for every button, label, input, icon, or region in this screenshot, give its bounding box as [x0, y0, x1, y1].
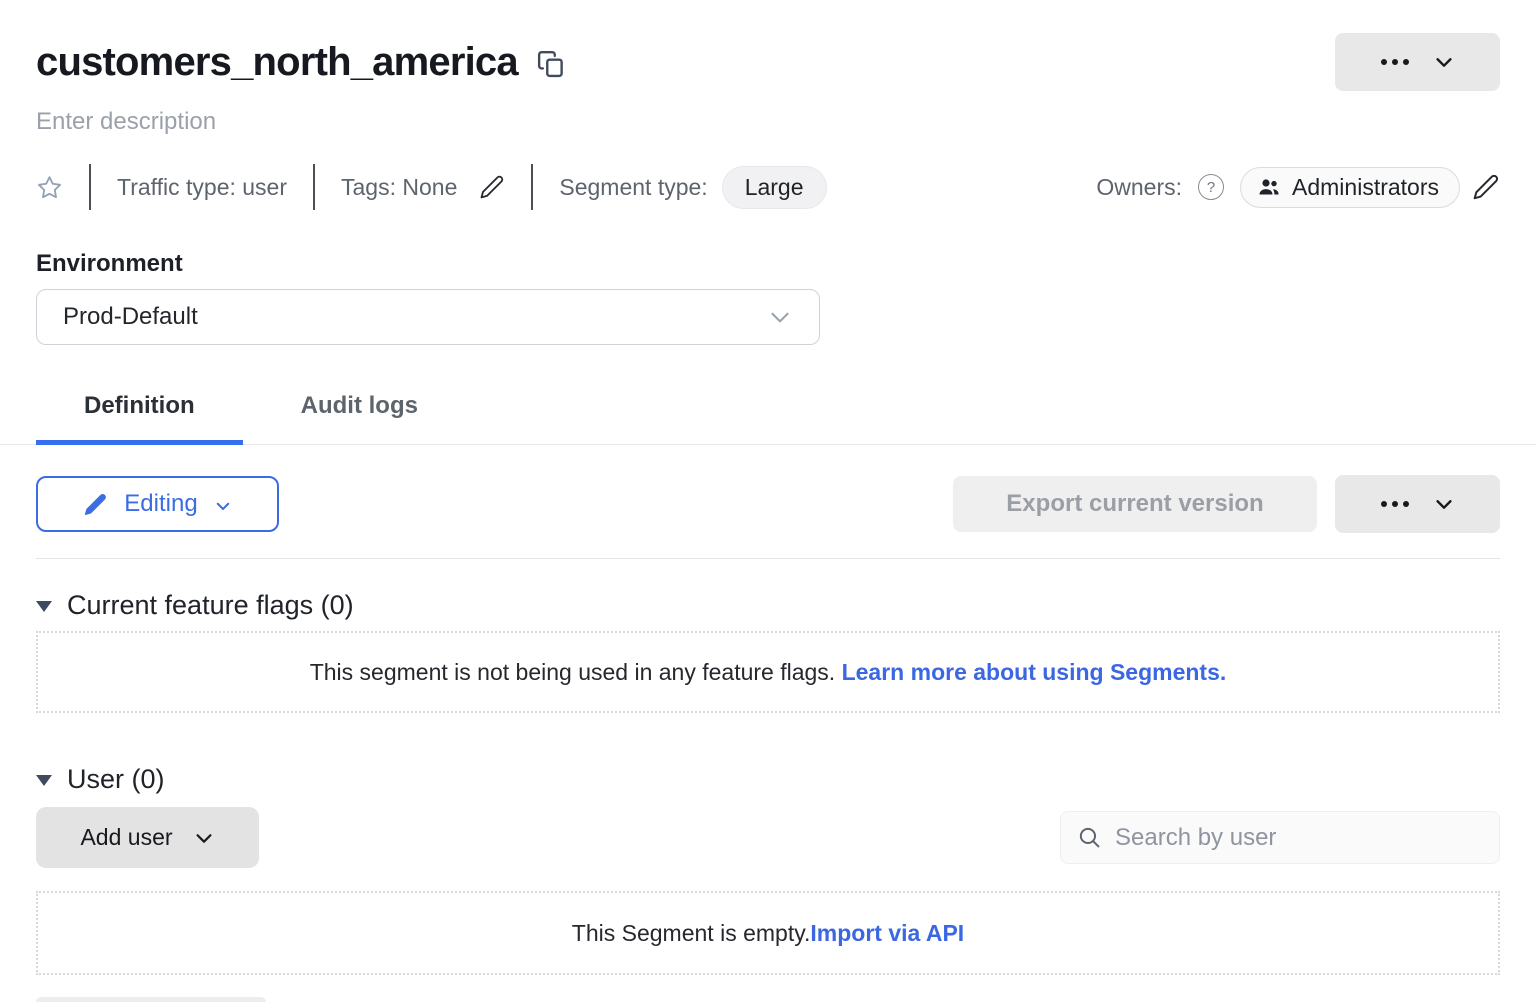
chevron-down-icon: [193, 827, 215, 849]
collapse-caret-icon: [36, 601, 52, 612]
segment-type-label: Segment type:: [559, 174, 707, 201]
tab-definition[interactable]: Definition: [36, 392, 243, 444]
feature-flags-section-title: Current feature flags (0): [67, 590, 354, 620]
meta-divider: [531, 164, 533, 210]
import-via-api-link[interactable]: Import via API: [810, 920, 964, 947]
editing-mode-button[interactable]: Editing: [36, 476, 279, 532]
collapse-caret-icon: [36, 775, 52, 786]
owners-value: Administrators: [1292, 174, 1439, 201]
tabs-bar: Definition Audit logs: [0, 392, 1536, 445]
pencil-filled-icon: [83, 492, 108, 517]
owners-help-icon[interactable]: ?: [1198, 174, 1224, 200]
user-empty-text: This Segment is empty.: [572, 920, 811, 947]
description-placeholder[interactable]: Enter description: [36, 108, 1500, 136]
export-current-version-button[interactable]: Export current version: [953, 476, 1317, 532]
chevron-down-icon: [214, 497, 232, 515]
edit-owners-pencil-icon[interactable]: [1472, 173, 1500, 201]
copy-icon[interactable]: [536, 49, 566, 79]
page-title: customers_north_america: [36, 40, 518, 85]
editing-label: Editing: [124, 490, 197, 518]
segment-detail-page: customers_north_america Enter descriptio…: [0, 0, 1536, 1002]
traffic-type-label: Traffic type: user: [117, 174, 287, 201]
favorite-star-icon[interactable]: [36, 174, 63, 201]
search-by-user: [1060, 811, 1500, 864]
segment-type-badge: Large: [722, 166, 827, 209]
search-by-user-input[interactable]: [1060, 811, 1500, 864]
add-user-button[interactable]: Add user: [36, 807, 259, 868]
owners-badge[interactable]: Administrators: [1240, 167, 1460, 208]
ellipsis-icon: [1381, 501, 1409, 507]
tab-audit-logs[interactable]: Audit logs: [253, 392, 466, 444]
chevron-down-icon: [767, 304, 793, 330]
tags-label: Tags: None: [341, 174, 457, 201]
section-divider: [36, 558, 1500, 559]
meta-row: Traffic type: user Tags: None Segment ty…: [36, 163, 1500, 211]
environment-selected-value: Prod-Default: [63, 303, 198, 331]
environment-label: Environment: [36, 250, 1500, 278]
partially-visible-bottom-element: [36, 997, 266, 1002]
feature-flags-section-header[interactable]: Current feature flags (0): [36, 590, 1500, 620]
user-section-header[interactable]: User (0): [36, 764, 1500, 794]
owners-label: Owners:: [1096, 174, 1182, 201]
meta-divider: [313, 164, 315, 210]
chevron-down-icon: [1433, 51, 1455, 73]
people-icon: [1257, 175, 1281, 199]
feature-flags-empty-text: This segment is not being used in any fe…: [310, 659, 842, 686]
page-header: customers_north_america: [0, 33, 1536, 91]
ellipsis-icon: [1381, 59, 1409, 65]
feature-flags-empty-state: This segment is not being used in any fe…: [36, 631, 1500, 713]
user-section-title: User (0): [67, 764, 165, 794]
add-user-label: Add user: [80, 824, 172, 851]
learn-more-segments-link[interactable]: Learn more about using Segments.: [842, 659, 1227, 686]
definition-toolbar: Editing Export current version: [36, 475, 1500, 533]
chevron-down-icon: [1433, 493, 1455, 515]
meta-divider: [89, 164, 91, 210]
user-empty-state: This Segment is empty.Import via API: [36, 891, 1500, 975]
toolbar-more-actions-button[interactable]: [1335, 475, 1500, 533]
environment-select[interactable]: Prod-Default: [36, 289, 820, 345]
user-controls-row: Add user: [36, 807, 1500, 868]
header-more-actions-button[interactable]: [1335, 33, 1500, 91]
edit-tags-pencil-icon[interactable]: [479, 174, 505, 200]
